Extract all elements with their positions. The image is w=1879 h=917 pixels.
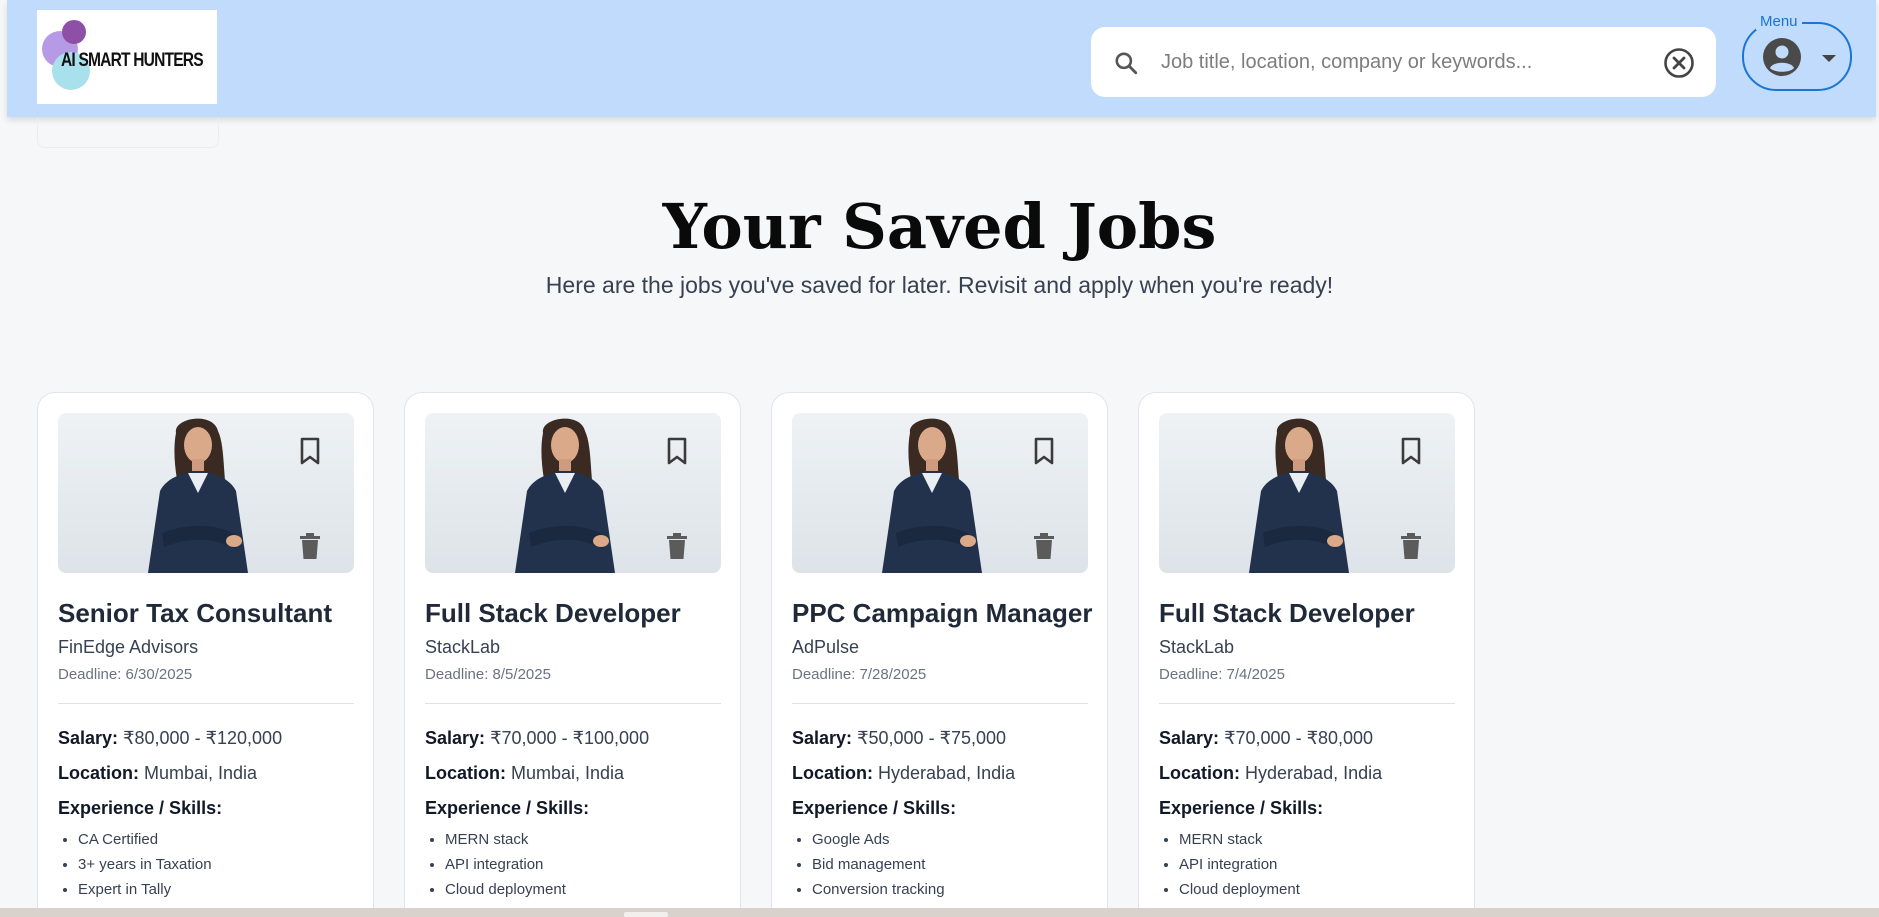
skills-list: Google AdsBid managementConversion track…	[812, 827, 945, 902]
location-value: Mumbai, India	[511, 763, 625, 783]
page-subtitle: Here are the jobs you've saved for later…	[545, 272, 1334, 298]
bookmark-icon[interactable]	[1029, 436, 1059, 466]
trash-icon[interactable]	[1031, 531, 1057, 561]
person-photo	[515, 418, 615, 573]
logo-circle	[62, 20, 86, 44]
skill-item: CA Certified	[78, 827, 212, 852]
job-card[interactable]: Senior Tax Consultant FinEdge Advisors D…	[37, 392, 374, 917]
deadline-text: Deadline: 7/28/2025	[792, 666, 927, 683]
location-row: Location: Hyderabad, India	[792, 763, 1015, 784]
logo-text: AI SMART HUNTERS	[61, 50, 204, 71]
deadline-text: Deadline: 8/5/2025	[425, 666, 551, 683]
salary-value: ₹70,000 - ₹80,000	[1224, 728, 1374, 748]
divider	[792, 703, 1088, 704]
skill-item: API integration	[445, 852, 566, 877]
location-row: Location: Mumbai, India	[58, 763, 257, 784]
deadline-text: Deadline: 6/30/2025	[58, 666, 193, 683]
location-value: Hyderabad, India	[1245, 763, 1383, 783]
skill-item: Bid management	[812, 852, 945, 877]
company-name: AdPulse	[792, 637, 860, 657]
chevron-down-icon	[1822, 55, 1836, 62]
skill-item: MERN stack	[1179, 827, 1300, 852]
person-photo	[148, 418, 248, 573]
salary-label: Salary:	[58, 728, 119, 748]
divider	[58, 703, 354, 704]
page-title: Your Saved Jobs	[662, 190, 1217, 263]
job-image	[425, 413, 721, 573]
skills-heading: Experience / Skills:	[792, 798, 957, 818]
skill-item: API integration	[1179, 852, 1300, 877]
skill-item: Conversion tracking	[812, 877, 945, 902]
skill-item: Cloud deployment	[1179, 877, 1300, 902]
search-bar[interactable]: Job title, location, company or keywords…	[1091, 27, 1716, 97]
skills-heading: Experience / Skills:	[58, 798, 223, 818]
job-card[interactable]: Full Stack Developer StackLab Deadline: …	[404, 392, 741, 917]
skills-list: CA Certified3+ years in TaxationExpert i…	[78, 827, 212, 917]
location-row: Location: Mumbai, India	[425, 763, 624, 784]
skill-item: Google Ads	[812, 827, 945, 852]
job-image	[58, 413, 354, 573]
salary-label: Salary:	[425, 728, 486, 748]
job-title[interactable]: Full Stack Developer	[1159, 598, 1415, 629]
salary-label: Salary:	[792, 728, 853, 748]
location-label: Location:	[58, 763, 139, 783]
salary-row: Salary: ₹80,000 - ₹120,000	[58, 728, 282, 749]
skills-list: MERN stackAPI integrationCloud deploymen…	[445, 827, 566, 902]
taskbar-marker	[624, 912, 668, 917]
taskbar-edge	[0, 908, 1879, 917]
job-title[interactable]: Senior Tax Consultant	[58, 598, 332, 629]
skill-item: Expert in Tally	[78, 877, 212, 902]
search-icon	[1115, 52, 1138, 75]
job-title[interactable]: Full Stack Developer	[425, 598, 681, 629]
location-label: Location:	[792, 763, 873, 783]
skills-heading: Experience / Skills:	[425, 798, 590, 818]
location-value: Mumbai, India	[144, 763, 258, 783]
company-name: StackLab	[425, 637, 501, 657]
account-circle-icon	[1763, 38, 1801, 76]
salary-row: Salary: ₹70,000 - ₹100,000	[425, 728, 649, 749]
company-name: FinEdge Advisors	[58, 637, 199, 657]
salary-row: Salary: ₹50,000 - ₹75,000	[792, 728, 1006, 749]
deadline-text: Deadline: 7/4/2025	[1159, 666, 1285, 683]
location-label: Location:	[425, 763, 506, 783]
salary-label: Salary:	[1159, 728, 1220, 748]
salary-value: ₹50,000 - ₹75,000	[857, 728, 1007, 748]
divider	[425, 703, 721, 704]
job-title[interactable]: PPC Campaign Manager	[792, 598, 1093, 629]
company-name: StackLab	[1159, 637, 1235, 657]
location-label: Location:	[1159, 763, 1240, 783]
bookmark-icon[interactable]	[295, 436, 325, 466]
location-row: Location: Hyderabad, India	[1159, 763, 1382, 784]
trash-icon[interactable]	[297, 531, 323, 561]
search-input[interactable]: Job title, location, company or keywords…	[1161, 51, 1532, 74]
trash-icon[interactable]	[664, 531, 690, 561]
skills-heading: Experience / Skills:	[1159, 798, 1324, 818]
job-card[interactable]: PPC Campaign Manager AdPulse Deadline: 7…	[771, 392, 1108, 917]
brand-logo[interactable]: AI SMART HUNTERS	[37, 10, 217, 104]
trash-icon[interactable]	[1398, 531, 1424, 561]
skills-list: MERN stackAPI integrationCloud deploymen…	[1179, 827, 1300, 917]
bookmark-icon[interactable]	[1396, 436, 1426, 466]
top-app-bar: AI SMART HUNTERS Job title, location, co…	[7, 0, 1876, 117]
account-menu-button[interactable]: Menu	[1742, 13, 1852, 91]
person-photo	[882, 418, 982, 573]
clear-circle-icon[interactable]	[1663, 47, 1695, 79]
job-image	[792, 413, 1088, 573]
salary-value: ₹80,000 - ₹120,000	[123, 728, 283, 748]
logo-panel-edge	[37, 118, 219, 148]
job-image	[1159, 413, 1455, 573]
menu-legend: Menu	[1756, 13, 1802, 30]
bookmark-icon[interactable]	[662, 436, 692, 466]
divider	[1159, 703, 1455, 704]
salary-value: ₹70,000 - ₹100,000	[490, 728, 650, 748]
skill-item: MERN stack	[445, 827, 566, 852]
skill-item: 3+ years in Taxation	[78, 852, 212, 877]
person-photo	[1249, 418, 1349, 573]
salary-row: Salary: ₹70,000 - ₹80,000	[1159, 728, 1373, 749]
job-card[interactable]: Full Stack Developer StackLab Deadline: …	[1138, 392, 1475, 917]
location-value: Hyderabad, India	[878, 763, 1016, 783]
skill-item: Cloud deployment	[445, 877, 566, 902]
